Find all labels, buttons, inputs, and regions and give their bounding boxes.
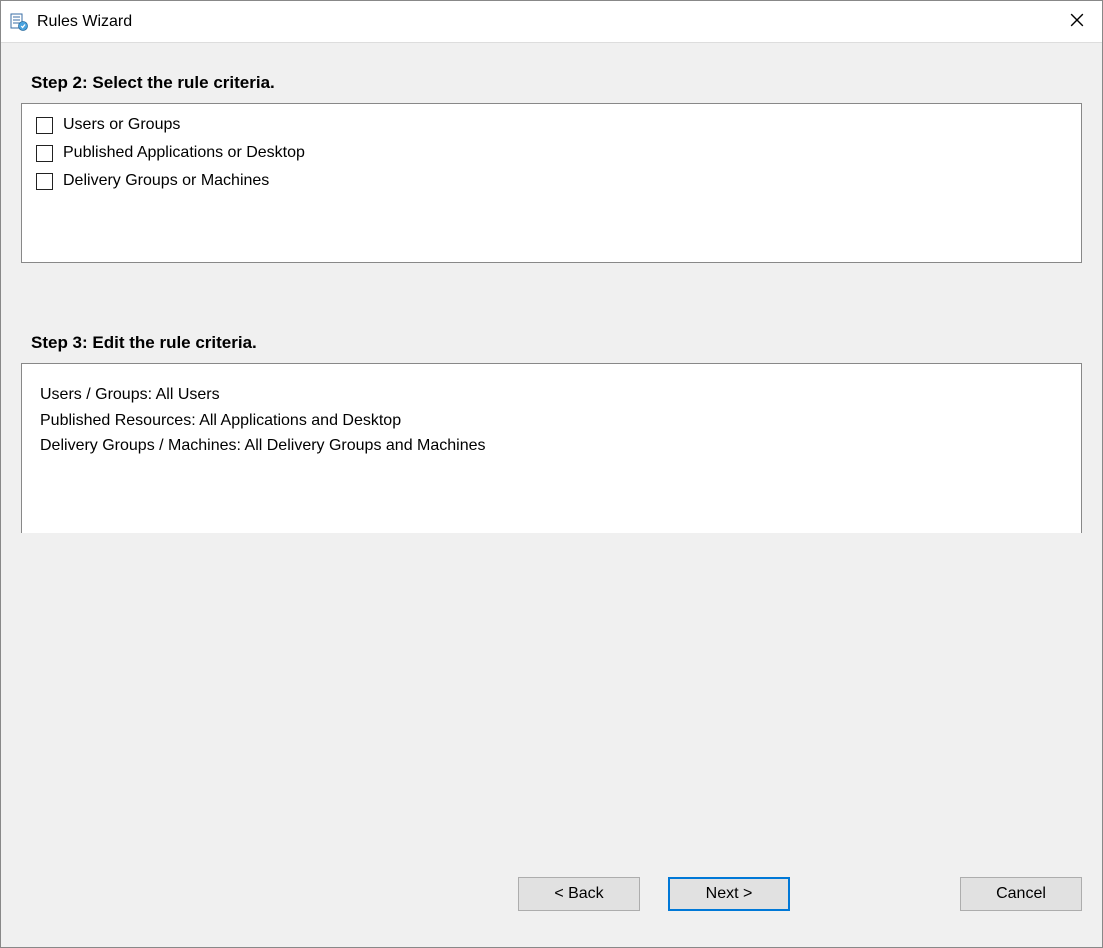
criteria-select-panel: Users or Groups Published Applications o… [21,103,1082,263]
checkbox-delivery-groups[interactable] [36,173,53,190]
wizard-icon [9,12,29,32]
checkbox-published-apps[interactable] [36,145,53,162]
titlebar: Rules Wizard [1,1,1102,43]
close-button[interactable] [1052,1,1102,43]
criteria-item-published-apps[interactable]: Published Applications or Desktop [36,144,1067,162]
criteria-item-delivery-groups[interactable]: Delivery Groups or Machines [36,172,1067,190]
close-icon [1070,13,1084,31]
step3-heading: Step 3: Edit the rule criteria. [31,333,1082,353]
checkbox-users-groups[interactable] [36,117,53,134]
criteria-label: Published Applications or Desktop [63,144,305,162]
back-button[interactable]: < Back [518,877,640,911]
button-spacer [21,877,518,911]
edit-line-resources[interactable]: Published Resources: All Applications an… [40,408,1063,434]
step2-heading: Step 2: Select the rule criteria. [31,73,1082,93]
wizard-content: Step 2: Select the rule criteria. Users … [1,43,1102,947]
next-button[interactable]: Next > [668,877,790,911]
cancel-button[interactable]: Cancel [960,877,1082,911]
criteria-item-users-groups[interactable]: Users or Groups [36,116,1067,134]
criteria-label: Users or Groups [63,116,180,134]
criteria-label: Delivery Groups or Machines [63,172,269,190]
wizard-button-row: < Back Next > Cancel [1,877,1102,911]
criteria-edit-panel: Users / Groups: All Users Published Reso… [21,363,1082,533]
edit-line-users[interactable]: Users / Groups: All Users [40,382,1063,408]
window-title: Rules Wizard [37,13,1052,31]
edit-line-delivery[interactable]: Delivery Groups / Machines: All Delivery… [40,433,1063,459]
